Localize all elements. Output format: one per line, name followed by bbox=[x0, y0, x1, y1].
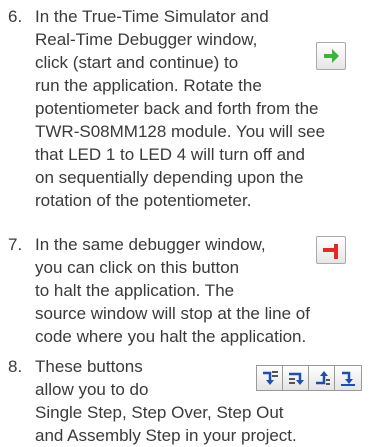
step-text-line: on sequentially depending upon the bbox=[35, 168, 304, 187]
step-text-line: Single Step, Step Over, Step Out bbox=[35, 403, 284, 422]
step-text-line: These buttons bbox=[35, 357, 143, 376]
halt-icon bbox=[316, 236, 346, 264]
step-text-line: In the same debugger window, bbox=[35, 235, 266, 254]
step-text-line: code where you halt the application. bbox=[35, 327, 307, 346]
step-text-line: Real-Time Debugger window, bbox=[35, 30, 258, 49]
single-step-icon bbox=[257, 366, 283, 390]
step-text-line: rotation of the potentiometer. bbox=[35, 191, 252, 210]
step-text-line: that LED 1 to LED 4 will turn off and bbox=[35, 145, 305, 164]
step-text-line: potentiometer back and forth from the bbox=[35, 99, 319, 118]
step-text-line: allow you to do bbox=[35, 380, 149, 399]
start-continue-arrow-icon bbox=[316, 42, 346, 70]
step-text-line: to halt the application. The bbox=[35, 281, 235, 300]
step-number: 7. bbox=[8, 235, 23, 254]
step-out-icon bbox=[309, 366, 335, 390]
step-text-line: and Assembly Step in your project. bbox=[35, 426, 297, 445]
step-text-line: In the True-Time Simulator and bbox=[35, 7, 269, 26]
step-text-line: source window will stop at the line of bbox=[35, 304, 310, 323]
step-text-line: run the application. Rotate the bbox=[35, 76, 262, 95]
step-text-line: you can click on this button bbox=[35, 258, 240, 277]
step-text-line: TWR-S08MM128 module. You will see bbox=[35, 122, 326, 141]
step-6: 6. In the True-Time Simulator and Real-T… bbox=[8, 6, 368, 210]
step-number: 6. bbox=[8, 7, 23, 26]
step-over-icon bbox=[283, 366, 309, 390]
step-buttons-toolbar bbox=[256, 365, 362, 391]
step-text-line: click (start and continue) to bbox=[35, 53, 239, 72]
step-7: 7. In the same debugger window, you can … bbox=[8, 234, 368, 346]
assembly-step-icon bbox=[335, 366, 361, 390]
step-number: 8. bbox=[8, 357, 23, 376]
